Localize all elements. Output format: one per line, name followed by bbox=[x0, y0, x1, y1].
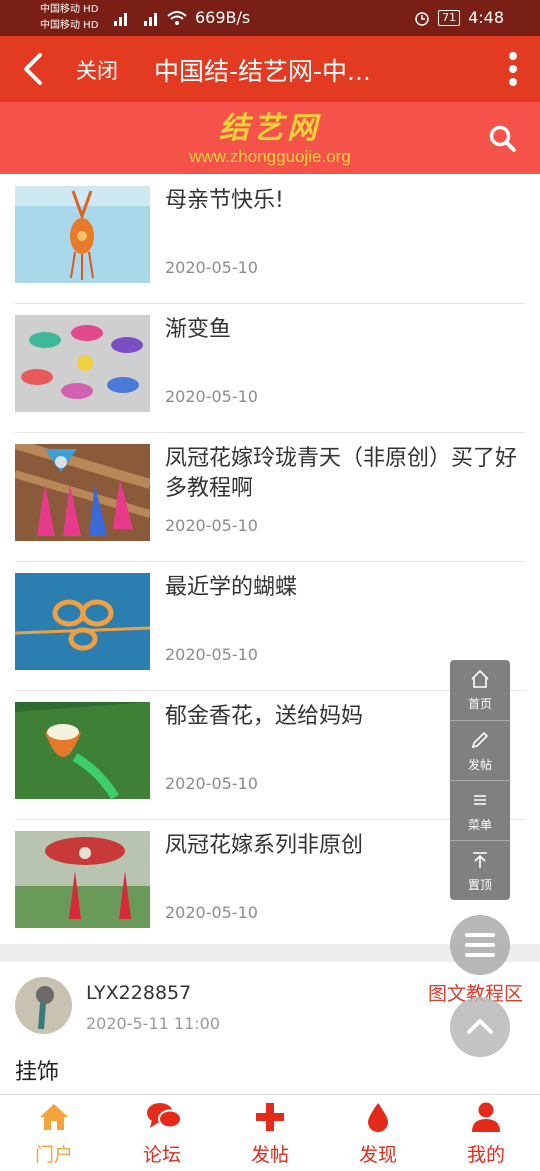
search-icon[interactable] bbox=[488, 124, 518, 154]
tassel-ornament-image bbox=[15, 444, 150, 541]
list-item[interactable]: 母亲节快乐! 2020-05-10 bbox=[15, 174, 525, 304]
nav-tab-discover[interactable]: 发现 bbox=[324, 1095, 432, 1171]
floating-menu-button[interactable] bbox=[450, 915, 510, 975]
article-date: 2020-05-10 bbox=[165, 516, 258, 535]
article-date: 2020-05-10 bbox=[165, 774, 258, 793]
site-banner: 结艺网 www.zhongguojie.org bbox=[0, 102, 540, 174]
nav-tab-post[interactable]: 发帖 bbox=[216, 1095, 324, 1171]
bottom-navigation: 门户 论坛 发帖 发现 我的 bbox=[0, 1094, 540, 1171]
arrow-top-icon bbox=[473, 852, 487, 868]
tulip-knot-image bbox=[15, 702, 150, 799]
drop-icon bbox=[368, 1103, 388, 1132]
menu-lines-icon bbox=[474, 795, 486, 805]
list-item[interactable]: 最近学的蝴蝶 2020-05-10 bbox=[15, 561, 525, 691]
post-author[interactable]: LYX228857 bbox=[86, 982, 191, 1004]
home-icon bbox=[40, 1104, 68, 1130]
nav-tab-label: 论坛 bbox=[142, 1144, 181, 1166]
article-thumbnail bbox=[15, 444, 150, 541]
user-avatar-image bbox=[15, 977, 72, 1034]
article-title: 凤冠花嫁玲珑青天（非原创）买了好多教程啊 bbox=[165, 446, 518, 501]
article-thumbnail bbox=[15, 702, 150, 799]
site-logo[interactable]: 结艺网 www.zhongguojie.org bbox=[170, 102, 370, 174]
list-item[interactable]: 郁金香花，送给妈妈 2020-05-10 bbox=[15, 690, 525, 820]
nav-tab-label: 门户 bbox=[34, 1144, 73, 1166]
battery-level: 71 bbox=[438, 9, 461, 26]
plus-icon bbox=[256, 1103, 284, 1131]
list-item[interactable]: 凤冠花嫁系列非原创 2020-05-10 bbox=[15, 819, 525, 949]
scroll-up-button[interactable] bbox=[450, 997, 510, 1057]
carrier-label-1: 中国移动 HD bbox=[40, 4, 99, 15]
article-title: 渐变鱼 bbox=[165, 317, 232, 342]
new-post-button[interactable]: 发帖 bbox=[450, 720, 510, 781]
logo-url: www.zhongguojie.org bbox=[189, 147, 351, 166]
nav-tab-forum[interactable]: 论坛 bbox=[108, 1095, 216, 1171]
pencil-icon bbox=[471, 731, 489, 749]
back-to-top-button[interactable]: 置顶 bbox=[450, 840, 510, 901]
article-title: 最近学的蝴蝶 bbox=[165, 575, 298, 600]
network-speed: 669B/s bbox=[195, 8, 251, 27]
article-thumbnail bbox=[15, 315, 150, 412]
chevron-up-icon bbox=[467, 1019, 493, 1034]
article-thumbnail bbox=[15, 186, 150, 283]
article-thumbnail bbox=[15, 573, 150, 670]
clock: 4:48 bbox=[468, 8, 504, 27]
list-item[interactable]: 凤冠花嫁玲珑青天（非原创）买了好多教程啊 2020-05-10 bbox=[15, 432, 525, 562]
menu-button-label: 菜单 bbox=[467, 818, 492, 832]
butterfly-knot-image bbox=[15, 573, 150, 670]
home-button[interactable]: 首页 bbox=[450, 660, 510, 720]
menu-button[interactable]: 菜单 bbox=[450, 780, 510, 841]
article-thumbnail bbox=[15, 831, 150, 928]
status-right: 71 4:48 bbox=[414, 8, 504, 27]
carrier-label-2: 中国移动 HD bbox=[40, 20, 99, 31]
nav-tab-profile[interactable]: 我的 bbox=[432, 1095, 540, 1171]
gradient-fish-image bbox=[15, 315, 150, 412]
home-outline-icon bbox=[471, 669, 489, 688]
article-date: 2020-05-10 bbox=[165, 645, 258, 664]
back-to-top-label: 置顶 bbox=[467, 878, 492, 892]
hamburger-icon bbox=[465, 933, 495, 957]
user-icon bbox=[472, 1102, 500, 1132]
post-content[interactable]: 挂饰 bbox=[15, 1054, 59, 1086]
nav-tab-label: 发帖 bbox=[250, 1144, 289, 1166]
new-post-button-label: 发帖 bbox=[467, 758, 492, 772]
article-date: 2020-05-10 bbox=[165, 903, 258, 922]
article-title: 母亲节快乐! bbox=[165, 188, 284, 213]
avatar[interactable] bbox=[15, 977, 72, 1034]
list-item[interactable]: 渐变鱼 2020-05-10 bbox=[15, 303, 525, 433]
nav-tab-portal[interactable]: 门户 bbox=[0, 1095, 108, 1171]
close-button[interactable]: 关闭 bbox=[76, 55, 118, 85]
nav-tab-label: 我的 bbox=[466, 1144, 505, 1166]
more-options-icon[interactable] bbox=[506, 50, 520, 88]
title-bar: 关闭 中国结-结艺网-中... bbox=[0, 36, 540, 102]
wifi-icon bbox=[167, 11, 187, 25]
post-time: 2020-5-11 11:00 bbox=[86, 1014, 220, 1033]
floating-toolbar: 首页 发帖 菜单 置顶 bbox=[450, 660, 510, 900]
article-date: 2020-05-10 bbox=[165, 258, 258, 277]
status-bar: 中国移动 HD 中国移动 HD 669B/s 71 4:48 bbox=[0, 0, 540, 36]
phoenix-crown-ornament-image bbox=[15, 831, 150, 928]
article-date: 2020-05-10 bbox=[165, 387, 258, 406]
chat-icon bbox=[147, 1103, 182, 1129]
page-title: 中国结-结艺网-中... bbox=[154, 57, 371, 86]
nav-tab-label: 发现 bbox=[358, 1144, 397, 1166]
macrame-pendant-image bbox=[15, 186, 150, 283]
logo-text: 结艺网 bbox=[219, 111, 321, 146]
home-button-label: 首页 bbox=[467, 697, 492, 711]
alarm-icon bbox=[415, 11, 429, 26]
back-arrow-icon[interactable] bbox=[18, 50, 52, 88]
